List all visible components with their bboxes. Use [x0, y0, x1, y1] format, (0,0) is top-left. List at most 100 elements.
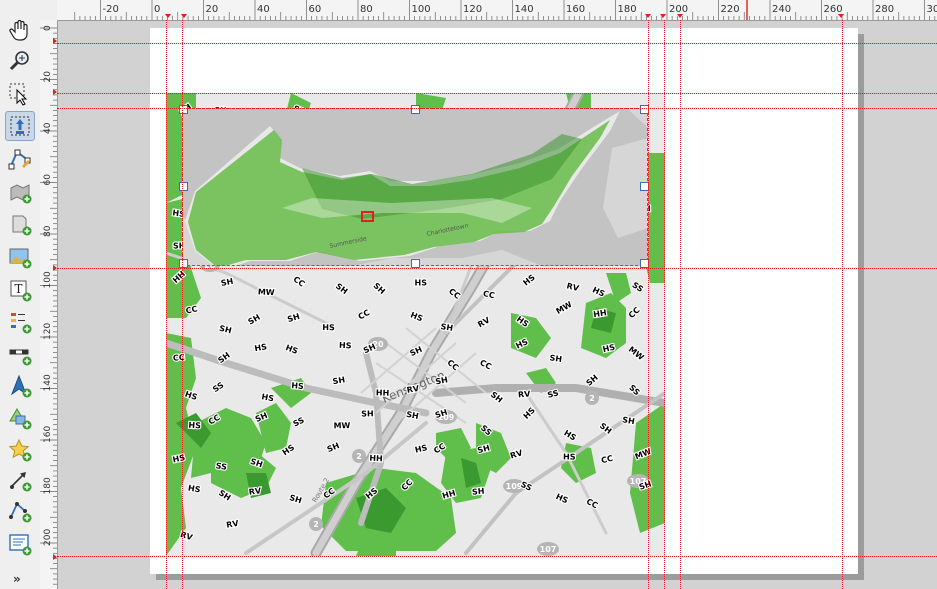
- svg-text:2: 2: [589, 394, 595, 403]
- zone-label: HS: [188, 421, 201, 431]
- add-html-button[interactable]: [6, 530, 34, 558]
- ruler-label: 160: [43, 426, 53, 443]
- zone-label: HS: [415, 279, 428, 288]
- ruler-label: 140: [43, 374, 53, 391]
- pan-tool-button[interactable]: [6, 16, 34, 44]
- add-3d-map-button[interactable]: [6, 210, 34, 238]
- ruler-guide-marker[interactable]: [677, 14, 683, 18]
- add-picture-button[interactable]: [6, 243, 34, 271]
- horizontal-guide[interactable]: [57, 43, 937, 44]
- svg-text:2: 2: [313, 520, 319, 529]
- zone-label: SS: [215, 461, 228, 472]
- ruler-label: 220: [721, 4, 740, 15]
- zone-label: HS: [339, 341, 352, 351]
- vertical-guide[interactable]: [664, 20, 665, 589]
- ruler-label: 160: [566, 4, 585, 15]
- vertical-guide[interactable]: [680, 20, 681, 589]
- ruler-guide-marker[interactable]: [165, 14, 171, 18]
- resize-handle-nw[interactable]: [179, 105, 188, 114]
- ruler-label: 100: [412, 4, 431, 15]
- resize-handle-w[interactable]: [179, 182, 188, 191]
- horizontal-ruler[interactable]: -20 0 20 40 60 80 100 120 140 160 180 200 220 240 260 2…: [57, 0, 937, 21]
- ruler-corner: [40, 0, 58, 21]
- zone-label: RV: [518, 389, 532, 399]
- ruler-label: 200: [669, 4, 688, 15]
- ruler-label: 40: [43, 122, 53, 134]
- resize-handle-sw[interactable]: [179, 259, 188, 268]
- ruler-label: 300: [927, 4, 937, 15]
- ruler-label: 40: [257, 4, 270, 15]
- ruler-guide-marker[interactable]: [838, 14, 844, 18]
- resize-handle-n[interactable]: [411, 105, 420, 114]
- add-node-item-icon: [9, 502, 32, 523]
- svg-text:T: T: [15, 282, 23, 296]
- ruler-label: 260: [824, 4, 843, 15]
- overview-map-item[interactable]: Summerside Charlottetown: [182, 108, 648, 266]
- ruler-guide-marker[interactable]: [645, 14, 651, 18]
- zone-label: RV: [248, 486, 262, 497]
- add-map-button[interactable]: [6, 178, 34, 206]
- zoom-tool-button[interactable]: [6, 47, 34, 75]
- resize-handle-s[interactable]: [411, 259, 420, 268]
- horizontal-guide[interactable]: [57, 108, 937, 109]
- ruler-label: 80: [43, 225, 53, 237]
- ruler-guide-marker[interactable]: [181, 14, 187, 18]
- ruler-label: 60: [43, 174, 53, 186]
- zone-label: SH: [361, 409, 374, 418]
- ruler-label: 180: [618, 4, 637, 15]
- ruler-label: 80: [360, 4, 373, 15]
- add-scalebar-button[interactable]: [6, 340, 34, 368]
- more-tools-chevron[interactable]: »: [13, 572, 21, 586]
- vertical-guide[interactable]: [648, 20, 649, 589]
- ruler-guide-marker[interactable]: [660, 14, 666, 18]
- add-marker-button[interactable]: [6, 436, 34, 464]
- add-label-button[interactable]: T: [6, 276, 34, 304]
- add-3d-map-icon: [12, 215, 32, 236]
- pan-icon: [9, 19, 28, 41]
- ruler-label: 60: [309, 4, 322, 15]
- zoom-icon: [9, 51, 29, 71]
- horizontal-guide[interactable]: [57, 268, 937, 269]
- edit-nodes-button[interactable]: [6, 144, 34, 172]
- move-item-content-icon: [10, 116, 30, 136]
- edit-nodes-icon: [8, 149, 31, 170]
- ruler-label: 200: [43, 529, 53, 546]
- add-picture-icon: [9, 248, 32, 269]
- add-north-arrow-button[interactable]: [6, 372, 34, 400]
- add-node-item-button[interactable]: [6, 497, 34, 525]
- ruler-label: 180: [43, 477, 53, 494]
- ruler-label: 140: [515, 4, 534, 15]
- svg-text:2: 2: [356, 452, 362, 461]
- ruler-label: 240: [772, 4, 791, 15]
- ruler-guide-marker[interactable]: [53, 554, 57, 560]
- move-item-content-button[interactable]: [5, 111, 35, 141]
- vertical-ruler[interactable]: 0 20 40 60 80 100 120 140 160 180 200: [40, 20, 58, 589]
- add-arrow-button[interactable]: [6, 466, 34, 494]
- add-marker-icon: [8, 438, 32, 462]
- add-legend-button[interactable]: [6, 308, 34, 336]
- add-label-icon: T: [10, 280, 32, 302]
- add-shape-button[interactable]: [6, 404, 34, 432]
- horizontal-guide[interactable]: [57, 93, 937, 94]
- add-scalebar-icon: [9, 349, 32, 366]
- horizontal-guide[interactable]: [57, 556, 937, 557]
- ruler-label: 120: [43, 323, 53, 340]
- zone-label: SH: [549, 353, 563, 364]
- vertical-guide[interactable]: [166, 20, 167, 589]
- add-shape-icon: [9, 408, 32, 430]
- zone-label: SH: [440, 322, 454, 333]
- add-html-icon: [9, 534, 32, 556]
- vertical-guide[interactable]: [182, 20, 183, 589]
- ruler-label: 280: [875, 4, 894, 15]
- zone-label: HS: [322, 323, 335, 332]
- svg-text:107: 107: [540, 545, 557, 554]
- ruler-label: 120: [463, 4, 482, 15]
- zone-label: MW: [333, 421, 350, 430]
- zone-label: SH: [472, 487, 485, 497]
- vertical-guide[interactable]: [842, 20, 843, 589]
- layout-toolbar: T »: [0, 0, 41, 589]
- zone-label: HH: [376, 388, 390, 397]
- select-icon: [9, 83, 28, 106]
- add-north-arrow-icon: [10, 374, 32, 398]
- select-tool-button[interactable]: [6, 80, 34, 108]
